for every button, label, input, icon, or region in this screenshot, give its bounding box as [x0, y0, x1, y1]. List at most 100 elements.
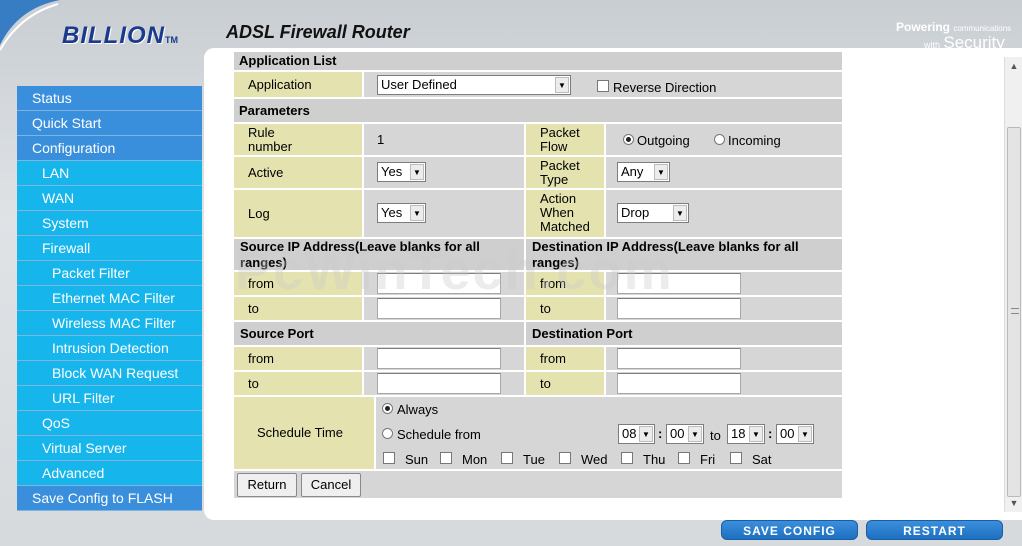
chevron-down-icon: ▼: [688, 426, 702, 442]
chevron-down-icon: ▼: [410, 164, 424, 180]
destination-port-from-label: from: [526, 347, 604, 370]
always-radio[interactable]: [382, 403, 393, 414]
packet-flow-label-line2: Flow: [540, 139, 568, 154]
packet-flow-label-line1: Packet: [540, 125, 580, 140]
packet-flow-label: Packet Flow: [526, 124, 604, 155]
day-sat-label: Sat: [752, 452, 772, 467]
reverse-direction-label: Reverse Direction: [613, 80, 717, 95]
sidebar-item-advanced[interactable]: Advanced: [17, 461, 202, 486]
sidebar-item-save-config-to-flash[interactable]: Save Config to FLASH: [17, 486, 202, 511]
parameters-header: Parameters: [234, 99, 842, 122]
return-button[interactable]: Return: [237, 473, 297, 497]
packet-type-select-value: Any: [621, 164, 644, 179]
sidebar-item-status[interactable]: Status: [17, 86, 202, 111]
schedule-time-label: Schedule Time: [234, 397, 374, 469]
source-port-from-input[interactable]: [377, 348, 501, 369]
active-label: Active: [234, 157, 362, 188]
packet-type-select[interactable]: Any ▼: [617, 162, 670, 182]
source-port-to-input[interactable]: [377, 373, 501, 394]
sidebar-item-ethernet-mac-filter[interactable]: Ethernet MAC Filter: [17, 286, 202, 311]
save-config-button[interactable]: SAVE CONFIG: [721, 520, 858, 540]
cancel-button[interactable]: Cancel: [301, 473, 361, 497]
sidebar-item-wan[interactable]: WAN: [17, 186, 202, 211]
incoming-radio[interactable]: [714, 134, 725, 145]
rule-number-label-line2: number: [248, 139, 293, 154]
sidebar-item-qos[interactable]: QoS: [17, 411, 202, 436]
destination-port-from-input[interactable]: [617, 348, 741, 369]
schedule-from-radio[interactable]: [382, 428, 393, 439]
logo-trademark: TM: [165, 35, 178, 45]
incoming-label: Incoming: [728, 133, 781, 148]
scroll-thumb[interactable]: [1007, 127, 1021, 497]
start-hour-select[interactable]: 08 ▼: [618, 424, 655, 444]
day-sat-checkbox[interactable]: [730, 452, 742, 464]
active-select[interactable]: Yes ▼: [377, 162, 426, 182]
start-minute-select[interactable]: 00 ▼: [666, 424, 704, 444]
chevron-down-icon: ▼: [410, 205, 424, 221]
chevron-down-icon: ▼: [654, 164, 668, 180]
scroll-up-arrow-icon[interactable]: ▲: [1007, 59, 1021, 73]
billion-logo: BILLIONTM: [62, 22, 187, 52]
sidebar-item-quick-start[interactable]: Quick Start: [17, 111, 202, 136]
outgoing-radio[interactable]: [623, 134, 634, 145]
chevron-down-icon: ▼: [798, 426, 812, 442]
schedule-from-label: Schedule from: [397, 427, 481, 442]
application-label: Application: [234, 72, 362, 97]
day-tue-label: Tue: [523, 452, 545, 467]
destination-port-to-input[interactable]: [617, 373, 741, 394]
sidebar-item-packet-filter[interactable]: Packet Filter: [17, 261, 202, 286]
sidebar-item-intrusion-detection[interactable]: Intrusion Detection: [17, 336, 202, 361]
chevron-down-icon: ▼: [673, 205, 687, 221]
source-port-header: Source Port: [234, 322, 524, 345]
day-mon-checkbox[interactable]: [440, 452, 452, 464]
source-port-to-label: to: [234, 372, 362, 395]
destination-port-to-label: to: [526, 372, 604, 395]
sidebar-item-lan[interactable]: LAN: [17, 161, 202, 186]
scroll-down-arrow-icon[interactable]: ▼: [1007, 496, 1021, 510]
day-tue-checkbox[interactable]: [501, 452, 513, 464]
sidebar-item-firewall[interactable]: Firewall: [17, 236, 202, 261]
always-label: Always: [397, 402, 439, 417]
log-select-value: Yes: [381, 205, 403, 220]
sidebar-item-virtual-server[interactable]: Virtual Server: [17, 436, 202, 461]
chevron-down-icon: ▼: [639, 426, 653, 442]
day-mon-label: Mon: [462, 452, 488, 467]
day-fri-checkbox[interactable]: [678, 452, 690, 464]
log-select[interactable]: Yes ▼: [377, 203, 426, 223]
action-select-value: Drop: [621, 205, 650, 220]
day-thu-checkbox[interactable]: [621, 452, 633, 464]
action-label-line3: Matched: [540, 219, 590, 234]
sidebar-nav: Status Quick Start Configuration LAN WAN Syst…: [17, 86, 202, 511]
start-hour-value: 08: [622, 426, 637, 441]
day-fri-label: Fri: [700, 452, 716, 467]
chevron-down-icon: ▼: [555, 77, 569, 93]
sidebar-item-system[interactable]: System: [17, 211, 202, 236]
reverse-direction-checkbox[interactable]: [597, 80, 609, 92]
packet-type-label-line2: Type: [540, 172, 569, 187]
packet-type-label-line1: Packet: [540, 158, 580, 173]
sidebar-item-block-wan-request[interactable]: Block WAN Request: [17, 361, 202, 386]
sidebar-item-url-filter[interactable]: URL Filter: [17, 386, 202, 411]
chevron-down-icon: ▼: [749, 426, 763, 442]
day-sun-checkbox[interactable]: [383, 452, 395, 464]
day-wed-checkbox[interactable]: [559, 452, 571, 464]
application-select[interactable]: User Defined ▼: [377, 75, 571, 95]
log-label: Log: [234, 190, 362, 237]
end-hour-value: 18: [731, 426, 746, 441]
destination-port-header: Destination Port: [526, 322, 842, 345]
restart-button[interactable]: RESTART: [866, 520, 1003, 540]
time-colon: :: [768, 426, 773, 441]
source-port-from-label: from: [234, 347, 362, 370]
day-wed-label: Wed: [581, 452, 608, 467]
corner-swoosh: [0, 0, 60, 51]
logo-text: BILLION: [62, 22, 165, 49]
page-title: ADSL Firewall Router: [226, 22, 410, 42]
end-minute-select[interactable]: 00 ▼: [776, 424, 814, 444]
end-hour-select[interactable]: 18 ▼: [727, 424, 765, 444]
rule-number-label: Rule number: [234, 124, 362, 155]
sidebar-item-configuration[interactable]: Configuration: [17, 136, 202, 161]
sidebar-item-wireless-mac-filter[interactable]: Wireless MAC Filter: [17, 311, 202, 336]
action-select[interactable]: Drop ▼: [617, 203, 689, 223]
vertical-scrollbar[interactable]: ▲ ▼: [1004, 57, 1022, 512]
outgoing-label: Outgoing: [637, 133, 690, 148]
